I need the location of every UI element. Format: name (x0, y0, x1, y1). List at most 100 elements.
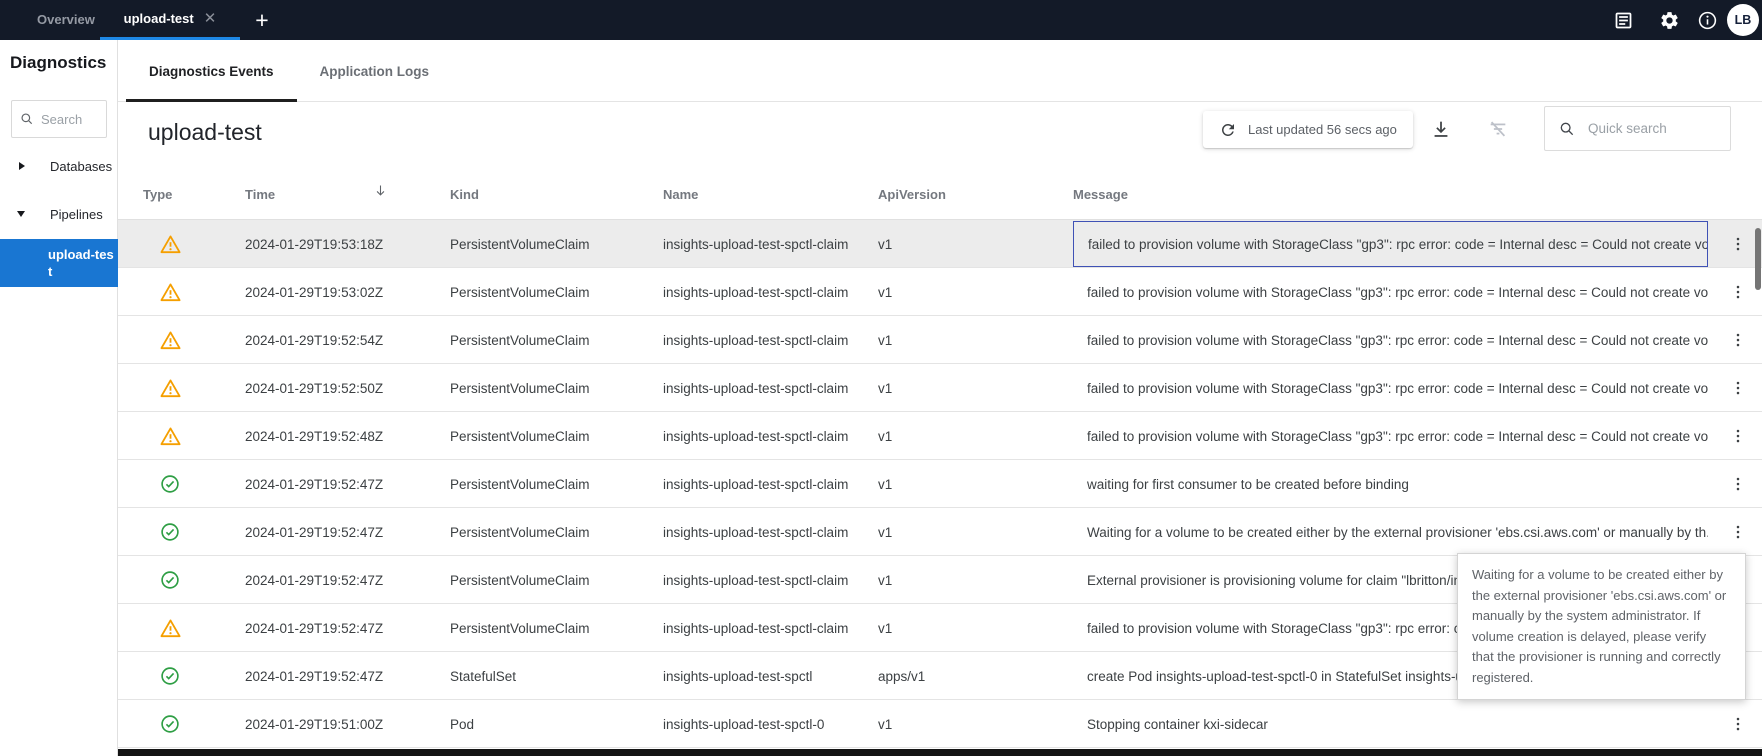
time-cell: 2024-01-29T19:52:50Z (245, 381, 450, 396)
close-tab-icon[interactable]: ✕ (204, 11, 217, 26)
kind-cell: PersistentVolumeClaim (450, 333, 663, 348)
horizontal-scrollbar[interactable] (118, 749, 1762, 756)
name-cell: insights-upload-test-spctl-claim (663, 381, 878, 396)
column-header-type[interactable]: Type (143, 187, 245, 202)
time-cell: 2024-01-29T19:53:18Z (245, 237, 450, 252)
apiversion-cell: apps/v1 (878, 669, 1073, 684)
message-cell[interactable]: failed to provision volume with StorageC… (1073, 269, 1708, 315)
sidebar-item-upload-test[interactable]: upload-test (0, 239, 118, 287)
apiversion-cell: v1 (878, 573, 1073, 588)
column-header-name[interactable]: Name (663, 187, 878, 202)
kind-cell: PersistentVolumeClaim (450, 525, 663, 540)
kind-cell: PersistentVolumeClaim (450, 381, 663, 396)
warning-icon (143, 377, 245, 400)
message-cell-focused[interactable]: failed to provision volume with StorageC… (1073, 221, 1708, 267)
tab-application-logs[interactable]: Application Logs (297, 40, 453, 102)
search-icon (1559, 121, 1575, 137)
column-header-kind[interactable]: Kind (450, 187, 663, 202)
sidebar-item-pipelines[interactable]: Pipelines (0, 199, 118, 229)
row-actions-kebab-icon[interactable] (1714, 700, 1762, 748)
row-actions-kebab-icon[interactable] (1714, 508, 1762, 556)
download-icon[interactable] (1428, 116, 1454, 142)
table-row[interactable]: 2024-01-29T19:52:48ZPersistentVolumeClai… (118, 412, 1762, 460)
sidebar-search-placeholder: Search (41, 112, 82, 127)
message-text: Waiting for a volume to be created eithe… (1087, 525, 1708, 540)
row-actions-kebab-icon[interactable] (1714, 460, 1762, 508)
column-header-apiversion[interactable]: ApiVersion (878, 187, 1073, 202)
table-row[interactable]: 2024-01-29T19:52:47ZPersistentVolumeClai… (118, 460, 1762, 508)
success-check-icon (143, 713, 245, 735)
sort-arrow-down-icon[interactable] (373, 183, 388, 201)
main-tab-bar: Diagnostics Events Application Logs (118, 40, 1762, 102)
warning-icon (143, 617, 245, 640)
chevron-down-icon (17, 211, 25, 217)
name-cell: insights-upload-test-spctl-claim (663, 477, 878, 492)
table-row[interactable]: 2024-01-29T19:52:50ZPersistentVolumeClai… (118, 364, 1762, 412)
time-cell: 2024-01-29T19:52:47Z (245, 621, 450, 636)
name-cell: insights-upload-test-spctl-claim (663, 429, 878, 444)
message-cell[interactable]: waiting for first consumer to be created… (1073, 461, 1708, 507)
name-cell: insights-upload-test-spctl-0 (663, 717, 878, 732)
message-tooltip: Waiting for a volume to be created eithe… (1457, 553, 1746, 700)
table-row[interactable]: 2024-01-29T19:53:02ZPersistentVolumeClai… (118, 268, 1762, 316)
quick-search-box (1544, 106, 1731, 151)
message-cell[interactable]: failed to provision volume with StorageC… (1073, 365, 1708, 411)
title-toolbar: upload-test Last updated 56 secs ago (118, 102, 1762, 170)
sidebar-item-databases-label: Databases (50, 159, 112, 174)
last-updated-label: Last updated 56 secs ago (1248, 122, 1397, 137)
message-text: failed to provision volume with StorageC… (1087, 429, 1708, 444)
tab-upload-test[interactable]: upload-test ✕ (100, 0, 240, 40)
apiversion-cell: v1 (878, 381, 1073, 396)
release-notes-icon[interactable] (1610, 7, 1636, 33)
apiversion-cell: v1 (878, 525, 1073, 540)
tab-overview[interactable]: Overview (37, 0, 95, 40)
clear-filters-icon[interactable] (1485, 116, 1511, 142)
warning-icon (143, 281, 245, 304)
message-cell[interactable]: failed to provision volume with StorageC… (1073, 413, 1708, 459)
tab-diagnostics-events[interactable]: Diagnostics Events (126, 40, 297, 102)
chevron-right-icon (19, 162, 25, 170)
message-text: failed to provision volume with StorageC… (1087, 333, 1708, 348)
message-cell[interactable]: failed to provision volume with StorageC… (1073, 317, 1708, 363)
column-header-message[interactable]: Message (1073, 187, 1714, 202)
apiversion-cell: v1 (878, 429, 1073, 444)
sidebar-search-box[interactable]: Search (11, 100, 107, 138)
success-check-icon (143, 521, 245, 543)
warning-icon (143, 233, 245, 256)
table-row[interactable]: 2024-01-29T19:52:47ZPersistentVolumeClai… (118, 508, 1762, 556)
time-cell: 2024-01-29T19:51:00Z (245, 717, 450, 732)
warning-icon (143, 329, 245, 352)
vertical-scrollbar-thumb[interactable] (1755, 228, 1761, 290)
time-cell: 2024-01-29T19:52:47Z (245, 525, 450, 540)
kind-cell: PersistentVolumeClaim (450, 285, 663, 300)
info-icon[interactable] (1694, 7, 1720, 33)
kind-cell: PersistentVolumeClaim (450, 573, 663, 588)
table-row[interactable]: 2024-01-29T19:52:54ZPersistentVolumeClai… (118, 316, 1762, 364)
message-cell[interactable]: Stopping container kxi-sidecar (1073, 701, 1708, 747)
sidebar-item-pipelines-label: Pipelines (50, 207, 103, 222)
quick-search-input[interactable] (1588, 121, 1708, 136)
refresh-button[interactable]: Last updated 56 secs ago (1203, 111, 1413, 148)
message-text: failed to provision volume with StorageC… (1087, 285, 1708, 300)
column-header-time[interactable]: Time (245, 187, 450, 202)
user-avatar[interactable]: LB (1727, 4, 1759, 36)
sidebar-item-databases[interactable]: Databases (0, 151, 118, 181)
row-actions-kebab-icon[interactable] (1714, 364, 1762, 412)
name-cell: insights-upload-test-spctl (663, 669, 878, 684)
row-actions-kebab-icon[interactable] (1714, 412, 1762, 460)
settings-gear-icon[interactable] (1656, 7, 1682, 33)
name-cell: insights-upload-test-spctl-claim (663, 333, 878, 348)
table-row[interactable]: 2024-01-29T19:53:18ZPersistentVolumeClai… (118, 220, 1762, 268)
table-row[interactable]: 2024-01-29T19:51:00ZPodinsights-upload-t… (118, 700, 1762, 748)
kind-cell: PersistentVolumeClaim (450, 477, 663, 492)
apiversion-cell: v1 (878, 621, 1073, 636)
row-actions-kebab-icon[interactable] (1714, 316, 1762, 364)
name-cell: insights-upload-test-spctl-claim (663, 285, 878, 300)
add-tab-button[interactable]: + (246, 0, 278, 40)
apiversion-cell: v1 (878, 717, 1073, 732)
kind-cell: PersistentVolumeClaim (450, 621, 663, 636)
time-cell: 2024-01-29T19:52:54Z (245, 333, 450, 348)
apiversion-cell: v1 (878, 477, 1073, 492)
time-cell: 2024-01-29T19:52:47Z (245, 669, 450, 684)
message-cell[interactable]: Waiting for a volume to be created eithe… (1073, 509, 1708, 555)
